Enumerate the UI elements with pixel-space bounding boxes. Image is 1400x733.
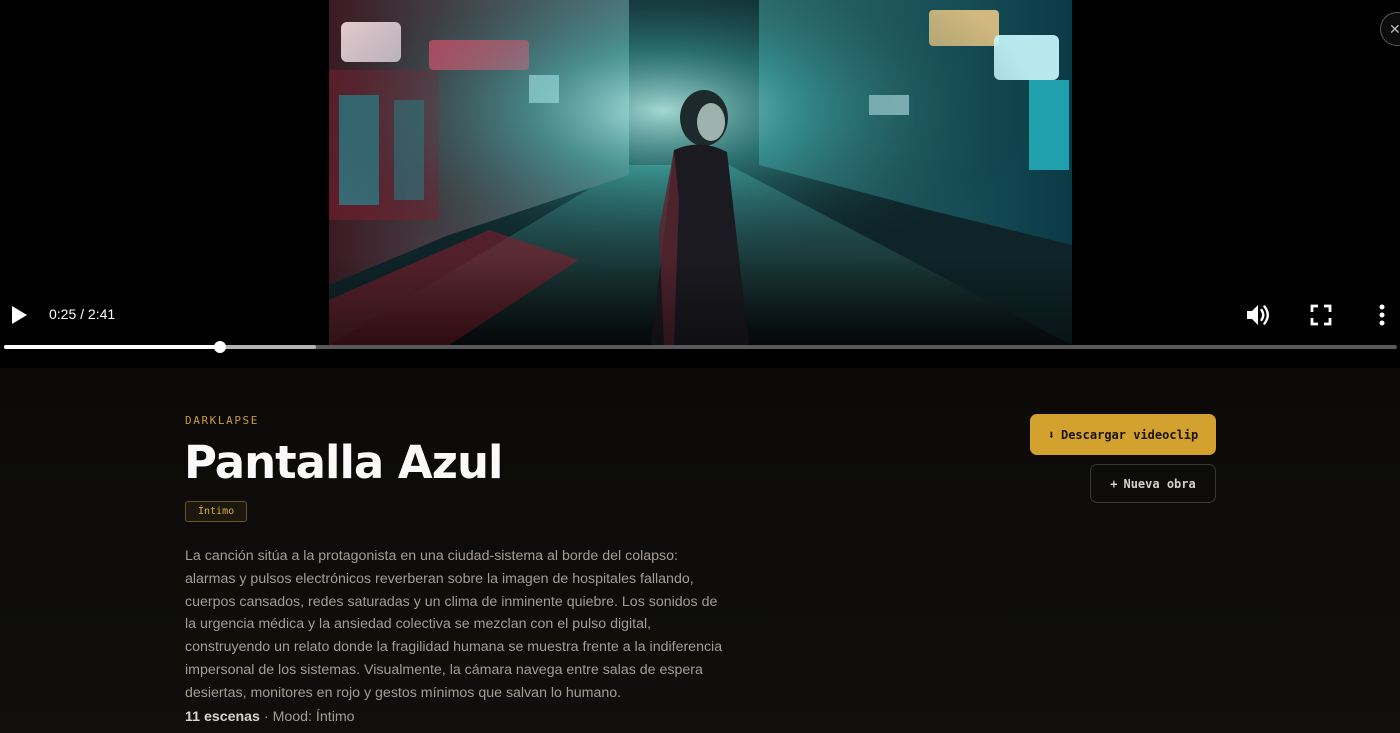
progress-bar[interactable]	[4, 341, 1397, 353]
volume-button[interactable]	[1244, 302, 1274, 328]
artist-name: DARKLAPSE	[185, 414, 260, 427]
close-icon[interactable]: ✕	[1380, 12, 1400, 46]
played-bar	[4, 345, 221, 349]
fullscreen-icon	[1310, 304, 1332, 326]
work-details: DARKLAPSE Pantalla Azul Íntimo La canció…	[0, 368, 1400, 733]
fullscreen-button[interactable]	[1308, 302, 1334, 328]
download-videoclip-button[interactable]: ⬇ Descargar videoclip	[1030, 414, 1216, 455]
volume-icon	[1247, 305, 1269, 325]
meta-separator: ·	[259, 709, 273, 725]
time-display: 0:25 / 2:41	[49, 306, 116, 322]
work-meta: 11 escenas · Mood: Íntimo	[185, 708, 355, 726]
download-icon: ⬇	[1047, 427, 1055, 442]
page-title: Pantalla Azul	[184, 436, 503, 489]
more-vert-icon	[1379, 304, 1385, 326]
work-description: La canción sitúa a la protagonista en un…	[185, 548, 723, 701]
play-button[interactable]	[6, 301, 32, 329]
video-frame-image	[329, 0, 1072, 345]
video-player[interactable]: ✕ 0:25 / 2:41	[0, 0, 1400, 368]
mood-badge: Íntimo	[185, 501, 248, 522]
scrubber-handle[interactable]	[214, 341, 227, 353]
mood-text: Mood: Íntimo	[272, 709, 355, 725]
download-label: Descargar videoclip	[1060, 427, 1199, 442]
more-options-button[interactable]	[1372, 302, 1392, 328]
plus-icon: +	[1110, 476, 1118, 491]
scene-count: 11 escenas	[185, 709, 260, 725]
video-frame[interactable]	[329, 0, 1072, 345]
new-work-label: Nueva obra	[1123, 476, 1196, 491]
play-icon	[12, 306, 27, 324]
new-work-button[interactable]: + Nueva obra	[1090, 464, 1216, 503]
